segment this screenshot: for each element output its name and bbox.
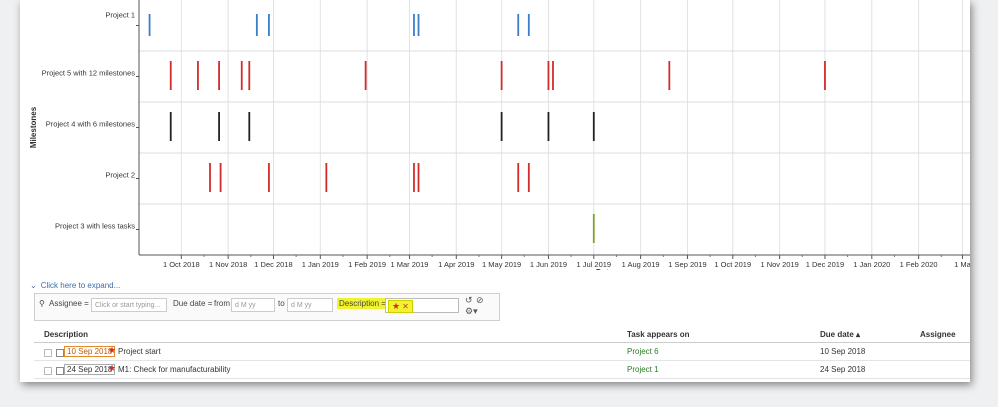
to-label: to xyxy=(278,299,285,308)
expand-label: Click here to expand... xyxy=(40,281,121,290)
star-icon: ★ xyxy=(108,363,117,373)
filter-pin-icon[interactable]: ⚲ xyxy=(39,299,45,308)
chevron-down-icon: ⌄ xyxy=(30,281,37,290)
x-tick-label: 1 Aug 2019 xyxy=(622,260,660,269)
gear-icon[interactable]: ⚙▾ xyxy=(465,306,478,317)
assignee-input[interactable]: Click or start typing... xyxy=(91,298,167,312)
due-date-value: 10 Sep 2018 xyxy=(820,347,866,356)
description-filter-input[interactable]: ★ ✕ xyxy=(385,298,459,313)
task-description: M1: Check for manufacturability xyxy=(118,365,231,374)
calendar-icon xyxy=(56,367,64,375)
x-tick-label: 1 Jan 2019 xyxy=(302,260,339,269)
filter-bar: ⚲ Assignee = Click or start typing... Du… xyxy=(34,293,500,321)
reset-icon[interactable]: ↺ xyxy=(465,295,473,306)
table-header: Description Task appears on Due date ▴ A… xyxy=(34,326,970,343)
x-tick-label: 1 Oct 2019 xyxy=(714,260,751,269)
x-tick-label: 1 Mar 2019 xyxy=(390,260,428,269)
x-tick-label: 1 Nov 2018 xyxy=(209,260,247,269)
to-date-input[interactable]: d M yy xyxy=(287,298,333,312)
row-label: Project 4 with 6 milestones xyxy=(46,120,135,129)
expand-link[interactable]: ⌄ Click here to expand... xyxy=(30,281,120,290)
page-frame: 1 Oct 2018 1 Nov 2018 1 Dec 2018 1 Jan 2019… xyxy=(20,0,970,382)
from-date-input[interactable]: d M yy xyxy=(231,298,275,312)
task-page-link[interactable]: Project 1 xyxy=(627,365,659,374)
row-label: Project 2 xyxy=(105,171,135,180)
x-tick-label: 1 Dec 2019 xyxy=(806,260,844,269)
column-description[interactable]: Description xyxy=(44,330,88,339)
x-tick-label: 1 Feb 2019 xyxy=(348,260,386,269)
x-tick-label: 1 Apr 2019 xyxy=(438,260,474,269)
column-task[interactable]: Task appears on xyxy=(627,330,690,339)
x-tick-label: 1 Dec 2018 xyxy=(254,260,292,269)
y-axis-title: Milestones xyxy=(29,106,38,148)
x-tick-label: 1 Ma xyxy=(954,260,970,269)
x-tick-label: 1 Nov 2019 xyxy=(760,260,798,269)
x-tick-label: 1 Sep 2019 xyxy=(668,260,706,269)
table-row: 24 Sep 2018 ★ M1: Check for manufacturab… xyxy=(34,361,970,379)
table-row: 10 Sep 2018 ★ Project start Project 6 10… xyxy=(34,343,970,361)
x-tick-label: 1 Feb 2020 xyxy=(900,260,938,269)
milestone-chart: 1 Oct 2018 1 Nov 2018 1 Dec 2018 1 Jan 2019… xyxy=(29,0,970,270)
row-label: Project 1 xyxy=(105,11,135,20)
description-filter-label: Description = xyxy=(337,298,388,309)
from-label: from xyxy=(214,299,230,308)
x-tick-label: 1 May 2019 xyxy=(482,260,521,269)
task-checkbox[interactable] xyxy=(44,349,52,357)
task-checkbox[interactable] xyxy=(44,367,52,375)
assignee-filter-label: Assignee = xyxy=(49,299,89,308)
row-label: Project 3 with less tasks xyxy=(55,222,135,231)
x-axis-title: Date xyxy=(596,268,614,270)
remove-icon[interactable]: ✕ xyxy=(402,302,409,311)
clear-icon[interactable]: ⊘ xyxy=(476,295,484,306)
calendar-icon xyxy=(56,349,64,357)
task-page-link[interactable]: Project 6 xyxy=(627,347,659,356)
due-date-value: 24 Sep 2018 xyxy=(820,365,866,374)
due-date-filter-label: Due date = xyxy=(173,299,213,308)
star-chip[interactable]: ★ ✕ xyxy=(388,300,413,313)
x-tick-label: 1 Oct 2018 xyxy=(163,260,200,269)
star-icon: ★ xyxy=(392,301,401,311)
x-tick-label: 1 Jun 2019 xyxy=(530,260,567,269)
task-description: Project start xyxy=(118,347,161,356)
star-icon: ★ xyxy=(108,345,117,355)
column-assignee[interactable]: Assignee xyxy=(920,330,956,339)
column-due-date[interactable]: Due date ▴ xyxy=(820,330,860,339)
x-tick-label: 1 Jan 2020 xyxy=(853,260,890,269)
row-label: Project 5 with 12 milestones xyxy=(42,69,136,78)
